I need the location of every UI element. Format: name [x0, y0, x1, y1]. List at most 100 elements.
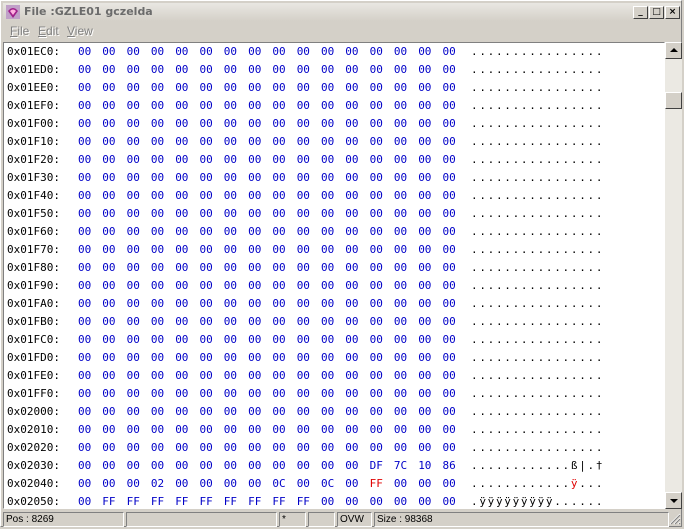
hex-byte[interactable]: 00 [175, 333, 188, 346]
ascii-column[interactable]: ................ [471, 441, 604, 454]
hex-byte[interactable]: 00 [78, 153, 91, 166]
hex-byte[interactable]: 00 [297, 45, 310, 58]
hex-byte[interactable]: 00 [224, 225, 237, 238]
hex-byte[interactable]: 00 [394, 207, 407, 220]
hex-byte[interactable]: 00 [370, 495, 383, 508]
hex-byte[interactable]: 00 [394, 477, 407, 490]
hex-byte[interactable]: 00 [321, 495, 334, 508]
hex-byte[interactable]: 00 [321, 459, 334, 472]
hex-byte[interactable]: 00 [394, 225, 407, 238]
hex-byte[interactable]: 00 [345, 423, 358, 436]
hex-byte[interactable]: 10 [418, 459, 431, 472]
hex-byte[interactable]: 00 [224, 99, 237, 112]
hex-byte[interactable]: 00 [151, 297, 164, 310]
hex-byte[interactable]: 00 [175, 81, 188, 94]
ascii-column[interactable]: ................ [471, 387, 604, 400]
hex-byte[interactable]: 7C [394, 459, 407, 472]
hex-byte[interactable]: 00 [248, 279, 261, 292]
hex-byte[interactable]: 00 [394, 117, 407, 130]
hex-byte[interactable]: 00 [102, 117, 115, 130]
hex-byte[interactable]: 00 [272, 315, 285, 328]
hex-byte[interactable]: 00 [345, 117, 358, 130]
hex-byte[interactable]: 00 [78, 387, 91, 400]
hex-byte[interactable]: 00 [297, 279, 310, 292]
hex-byte[interactable]: 00 [370, 423, 383, 436]
hex-byte[interactable]: 00 [175, 297, 188, 310]
hex-byte[interactable]: 00 [127, 225, 140, 238]
hex-byte[interactable]: 02 [151, 477, 164, 490]
hex-byte[interactable]: 00 [224, 441, 237, 454]
hex-byte[interactable]: 00 [345, 333, 358, 346]
hex-byte[interactable]: 00 [272, 279, 285, 292]
hex-byte[interactable]: 00 [394, 351, 407, 364]
hex-row[interactable]: 0x01EC0: 00 00 00 00 00 00 00 00 00 00 00 00 00 00 00 00… [4, 43, 664, 61]
hex-byte[interactable]: 00 [394, 441, 407, 454]
hex-byte[interactable]: 00 [78, 459, 91, 472]
hex-row[interactable]: 0x01FB0: 00 00 00 00 00 00 00 00 00 00 00 00 00 00 00 00… [4, 313, 664, 331]
hex-byte[interactable]: FF [370, 477, 383, 490]
hex-byte[interactable]: 00 [297, 315, 310, 328]
hex-byte[interactable]: 00 [345, 297, 358, 310]
hex-byte[interactable]: 00 [175, 207, 188, 220]
hex-byte[interactable]: 00 [321, 207, 334, 220]
hex-byte[interactable]: 00 [297, 189, 310, 202]
hex-row[interactable]: 0x01F40: 00 00 00 00 00 00 00 00 00 00 00 00 00 00 00 00… [4, 187, 664, 205]
hex-byte[interactable]: 00 [78, 495, 91, 508]
hex-byte[interactable]: 00 [272, 387, 285, 400]
hex-byte[interactable]: 00 [200, 459, 213, 472]
hex-byte[interactable]: 00 [200, 117, 213, 130]
hex-byte[interactable]: 00 [394, 369, 407, 382]
hex-byte[interactable]: 00 [272, 117, 285, 130]
hex-byte[interactable]: 00 [248, 441, 261, 454]
title-bar[interactable]: File :GZLE01 gczelda _ □ × [3, 3, 681, 21]
hex-byte[interactable]: 00 [200, 135, 213, 148]
hex-byte[interactable]: 00 [297, 369, 310, 382]
hex-byte[interactable]: 00 [345, 351, 358, 364]
hex-byte[interactable]: 00 [200, 225, 213, 238]
hex-byte[interactable]: 00 [272, 135, 285, 148]
hex-byte[interactable]: 00 [418, 135, 431, 148]
hex-byte[interactable]: 00 [175, 423, 188, 436]
hex-byte[interactable]: 00 [102, 189, 115, 202]
hex-byte[interactable]: 00 [102, 207, 115, 220]
hex-byte[interactable]: 00 [272, 423, 285, 436]
hex-byte[interactable]: 00 [224, 315, 237, 328]
hex-byte[interactable]: 00 [175, 135, 188, 148]
hex-byte[interactable]: 00 [321, 189, 334, 202]
hex-byte[interactable]: 00 [151, 261, 164, 274]
hex-byte[interactable]: 00 [321, 405, 334, 418]
ascii-column[interactable]: ................ [471, 297, 604, 310]
hex-byte[interactable]: 00 [200, 81, 213, 94]
hex-byte[interactable]: 00 [224, 171, 237, 184]
hex-byte[interactable]: 00 [78, 207, 91, 220]
hex-byte[interactable]: 00 [78, 225, 91, 238]
hex-byte[interactable]: 00 [443, 225, 456, 238]
hex-byte[interactable]: 00 [418, 351, 431, 364]
ascii-column[interactable]: ................ [471, 117, 604, 130]
hex-byte[interactable]: 00 [175, 243, 188, 256]
hex-byte[interactable]: 00 [370, 243, 383, 256]
hex-byte[interactable]: 00 [127, 297, 140, 310]
ascii-column[interactable]: ................ [471, 225, 604, 238]
hex-byte[interactable]: 00 [127, 63, 140, 76]
hex-byte[interactable]: 00 [127, 81, 140, 94]
hex-byte[interactable]: 00 [370, 369, 383, 382]
hex-byte[interactable]: 00 [78, 45, 91, 58]
hex-byte[interactable]: 00 [443, 63, 456, 76]
hex-byte[interactable]: 00 [443, 315, 456, 328]
hex-byte[interactable]: 00 [151, 117, 164, 130]
hex-byte[interactable]: 00 [345, 153, 358, 166]
hex-byte[interactable]: 00 [418, 207, 431, 220]
hex-byte[interactable]: 00 [272, 261, 285, 274]
hex-byte[interactable]: 00 [102, 297, 115, 310]
hex-byte[interactable]: 00 [248, 459, 261, 472]
hex-byte[interactable]: 00 [272, 297, 285, 310]
hex-byte[interactable]: 00 [345, 45, 358, 58]
hex-row[interactable]: 0x01FD0: 00 00 00 00 00 00 00 00 00 00 00 00 00 00 00 00… [4, 349, 664, 367]
hex-byte[interactable]: 00 [200, 243, 213, 256]
hex-byte[interactable]: 00 [443, 441, 456, 454]
hex-byte[interactable]: 00 [297, 225, 310, 238]
ascii-column[interactable]: ............ß|.† [471, 459, 604, 472]
hex-byte[interactable]: 00 [200, 441, 213, 454]
hex-byte[interactable]: 00 [272, 63, 285, 76]
